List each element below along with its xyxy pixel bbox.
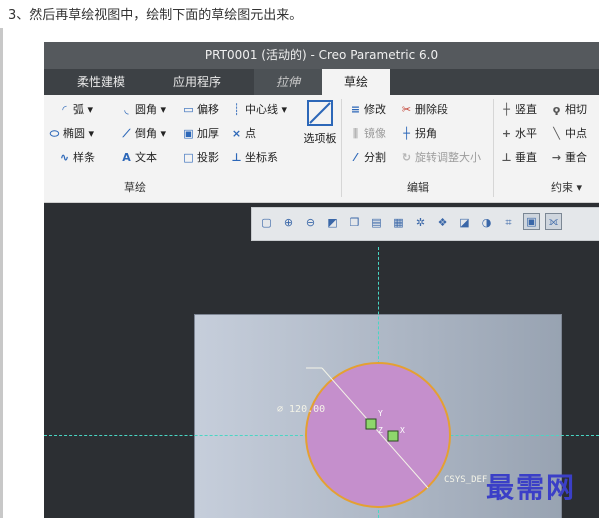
sketch-circle[interactable] (305, 362, 451, 508)
left-border (0, 28, 3, 518)
watermark: 最需网 (486, 471, 577, 504)
article-caption: 3、然后再草绘视图中，绘制下面的草绘图元出来。 (8, 8, 303, 23)
axis-z-label: Z (378, 426, 383, 435)
sketch-graphics (305, 362, 451, 508)
axis-y-label: Y (378, 409, 383, 418)
csys-label: CSYS_DEF (444, 475, 488, 485)
y-axis-marker-icon (365, 418, 377, 430)
creo-window: PRT0001 (活动的) - Creo Parametric 6.0 柔性建模… (44, 42, 599, 518)
axis-x-label: X (400, 426, 405, 435)
x-axis-marker-icon (387, 430, 399, 442)
diameter-dimension[interactable]: ⌀ 120.00 (277, 404, 325, 415)
